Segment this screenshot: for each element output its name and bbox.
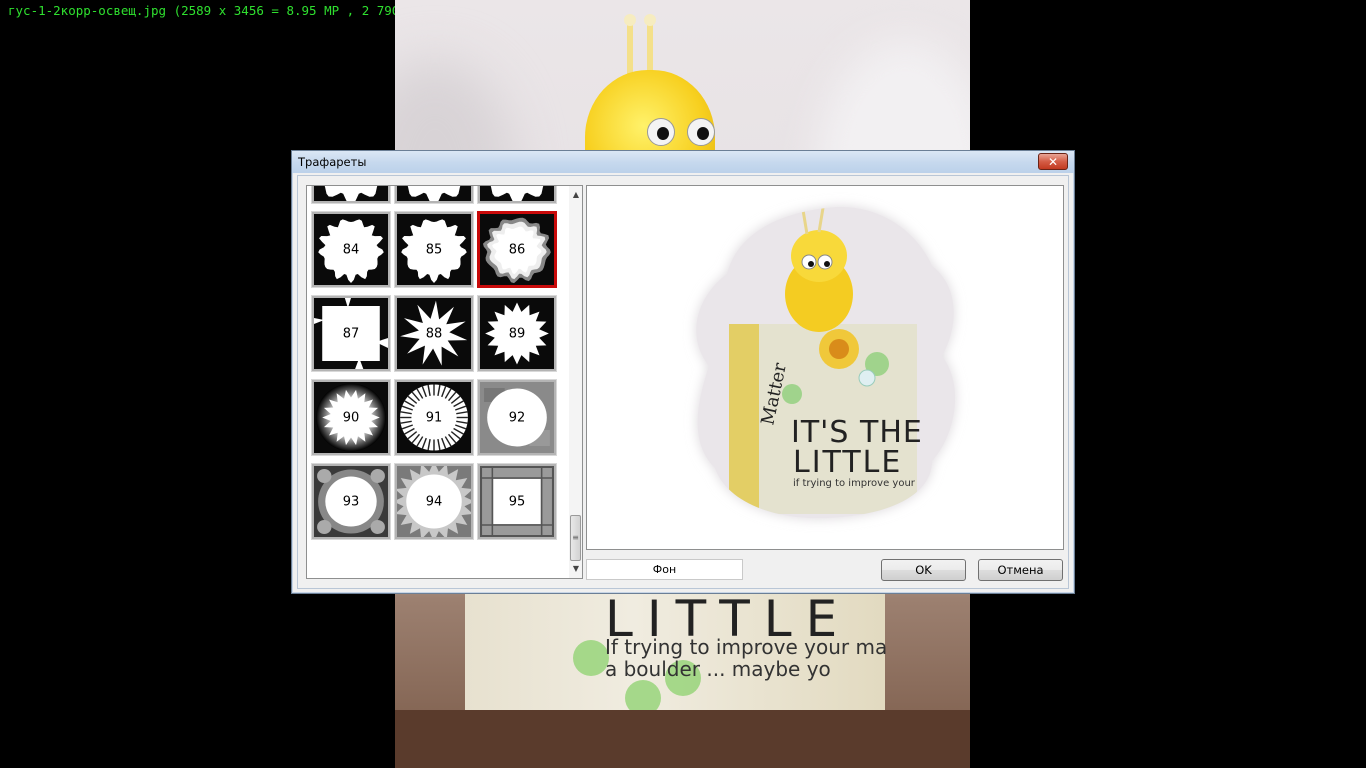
scroll-thumb[interactable]: ≡ [570,515,581,561]
stencils-dialog: Трафареты ✕ 81 82 83 84 85 86 87 88 89 90 91 92 93 94… [291,150,1075,594]
scroll-down-arrow-icon[interactable]: ▼ [570,562,582,576]
stencil-thumbnail: 92 [480,382,554,453]
stencil-number: 94 [425,494,443,509]
close-button[interactable]: ✕ [1038,153,1068,170]
stencil-tile-88[interactable]: 88 [394,295,474,372]
stencil-number: 90 [342,410,360,425]
dialog-titlebar[interactable]: Трафареты ✕ [292,151,1074,173]
stencil-thumbnail: 84 [314,214,388,285]
stencil-thumbnail: 89 [480,298,554,369]
stencil-list[interactable]: 81 82 83 84 85 86 87 88 89 90 91 92 93 94 95 ▲ ≡ ▼ [306,185,583,579]
cancel-button[interactable]: Отмена [978,559,1063,581]
photo-box-small-text: If trying to improve your ma a boulder .… [605,635,888,681]
preview-text-small: if trying to improve your [793,478,916,489]
ok-button[interactable]: OK [881,559,966,581]
scroll-up-arrow-icon[interactable]: ▲ [570,188,582,202]
stencil-thumbnail: 93 [314,466,388,537]
stencil-tile-87[interactable]: 87 [311,295,391,372]
stencil-number: 87 [342,326,360,341]
stencil-thumbnail: 87 [314,298,388,369]
stencil-number: 88 [425,326,443,341]
stencil-thumbnail: 85 [397,214,471,285]
stencil-tile-83[interactable]: 83 [477,186,557,204]
preview-text-little: LITTLE [793,445,902,480]
stencil-tile-81[interactable]: 81 [311,186,391,204]
stencil-thumbnail: 86 [480,214,554,285]
stencil-preview: IT'S THE LITTLE if trying to improve you… [586,185,1064,550]
stencil-thumbnail: 88 [397,298,471,369]
stencil-list-scrollbar[interactable]: ▲ ≡ ▼ [569,186,582,578]
background-button[interactable]: Фон [586,559,743,580]
stencil-tile-85[interactable]: 85 [394,211,474,288]
stencil-thumbnail: 81 [314,186,388,201]
stencil-tile-90[interactable]: 90 [311,379,391,456]
stencil-tile-95[interactable]: 95 [477,463,557,540]
dialog-title: Трафареты [298,155,367,169]
stencil-tile-86[interactable]: 86 [477,211,557,288]
stencil-tile-92[interactable]: 92 [477,379,557,456]
stencil-thumbnail: 90 [314,382,388,453]
stencil-thumbnail: 95 [480,466,554,537]
stencil-number: 92 [508,410,526,425]
stencil-number: 91 [425,410,443,425]
stencil-thumbnail: 82 [397,186,471,201]
stencil-number: 85 [425,242,443,257]
stencil-number: 93 [342,494,360,509]
stencil-tile-84[interactable]: 84 [311,211,391,288]
stencil-number: 84 [342,242,360,257]
stencil-thumbnail: 94 [397,466,471,537]
stencil-thumbnail: 83 [480,186,554,201]
stencil-tile-93[interactable]: 93 [311,463,391,540]
stencil-tile-94[interactable]: 94 [394,463,474,540]
close-icon: ✕ [1047,154,1059,169]
stencil-number: 86 [508,242,526,257]
stencil-thumbnail: 91 [397,382,471,453]
stencil-tile-89[interactable]: 89 [477,295,557,372]
stencil-number: 89 [508,326,526,341]
stencil-tile-82[interactable]: 82 [394,186,474,204]
stencil-tile-91[interactable]: 91 [394,379,474,456]
dialog-body: 81 82 83 84 85 86 87 88 89 90 91 92 93 94 95 ▲ ≡ ▼ [297,175,1069,589]
stencil-number: 95 [508,494,526,509]
